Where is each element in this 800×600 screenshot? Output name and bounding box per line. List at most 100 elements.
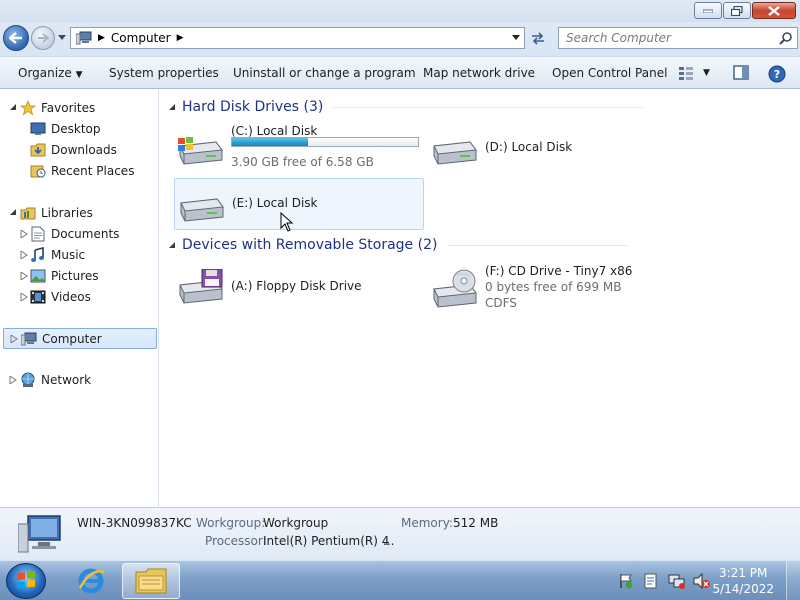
back-button[interactable] [3, 25, 29, 51]
nav-label-favorites: Favorites [41, 101, 96, 115]
help-icon[interactable]: ? [768, 65, 786, 83]
drive-f-filesystem: CDFS [485, 296, 517, 310]
drive-e[interactable]: (E:) Local Disk [174, 178, 424, 230]
drive-f-free-space: 0 bytes free of 699 MB [485, 280, 622, 294]
address-row: ▶ Computer ▶ [0, 22, 800, 56]
breadcrumb-arrow-icon[interactable]: ▶ [98, 33, 105, 43]
drive-a[interactable]: (A:) Floppy Disk Drive [174, 261, 424, 313]
workgroup-label: Workgroup: [196, 516, 266, 530]
breadcrumb-computer[interactable]: Computer [111, 31, 171, 45]
map-network-drive-button[interactable]: Map network drive [423, 66, 535, 80]
nav-item-downloads[interactable]: Downloads [30, 140, 117, 160]
system-properties-button[interactable]: System properties [109, 66, 219, 80]
close-button[interactable] [752, 2, 796, 19]
drive-d[interactable]: (D:) Local Disk [428, 122, 628, 174]
start-button[interactable] [6, 563, 46, 599]
nav-item-computer[interactable]: Computer [3, 328, 157, 349]
mouse-cursor-icon [280, 212, 294, 232]
libraries-icon [20, 205, 36, 221]
clock-date: 5/14/2022 [712, 582, 774, 596]
uninstall-program-button[interactable]: Uninstall or change a program [233, 66, 416, 80]
nav-item-favorites[interactable]: Favorites [20, 98, 95, 118]
drive-d-name: (D:) Local Disk [485, 140, 573, 154]
processor-label: Processor: [205, 534, 267, 548]
group-divider [447, 244, 628, 246]
minimize-button[interactable] [694, 2, 722, 19]
nav-item-music[interactable]: Music [30, 245, 85, 265]
nav-label-computer: Computer [42, 331, 102, 346]
expand-arrow-icon[interactable] [20, 272, 28, 280]
star-icon [20, 100, 36, 116]
view-options-chevron-icon[interactable]: ▼ [703, 68, 710, 78]
collapse-arrow-icon[interactable] [168, 103, 176, 111]
taskbar-internet-explorer[interactable] [62, 563, 120, 599]
nav-item-network[interactable]: Network [20, 370, 91, 390]
expand-arrow-icon[interactable] [20, 251, 28, 259]
volume-muted-icon[interactable] [693, 573, 711, 589]
address-dropdown-icon[interactable] [512, 35, 520, 40]
nav-label-downloads: Downloads [51, 143, 117, 157]
search-input[interactable] [566, 31, 766, 45]
drive-c-usage-bar [231, 137, 419, 147]
restore-button[interactable] [723, 2, 751, 19]
nav-item-pictures[interactable]: Pictures [30, 266, 99, 286]
drive-c[interactable]: (C:) Local Disk 3.90 GB free of 6.58 GB [174, 122, 424, 174]
group-divider [333, 106, 644, 108]
group-removable-storage[interactable]: Devices with Removable Storage (2) [168, 235, 628, 255]
recent-pages-chevron-icon[interactable] [58, 35, 66, 40]
system-tray-document-icon[interactable] [643, 573, 659, 589]
desktop-icon [30, 121, 46, 137]
nav-item-documents[interactable]: Documents [30, 224, 119, 244]
nav-item-videos[interactable]: Videos [30, 287, 91, 307]
drive-f-name: (F:) CD Drive - Tiny7 x86 [485, 264, 633, 278]
preview-pane-icon[interactable] [733, 65, 749, 81]
taskbar-clock[interactable]: 3:21 PM 5/14/2022 [712, 565, 774, 597]
drive-c-free-space: 3.90 GB free of 6.58 GB [231, 155, 374, 169]
network-icon [20, 372, 36, 388]
clock-time: 3:21 PM [719, 566, 768, 580]
refresh-button[interactable] [527, 27, 549, 49]
expand-arrow-icon[interactable] [9, 208, 17, 216]
content-area: Hard Disk Drives (3) (C:) Local Disk 3.9… [160, 89, 800, 507]
recent-places-icon [30, 163, 46, 179]
group-title-hard-disks: Hard Disk Drives (3) [182, 99, 324, 115]
open-control-panel-button[interactable]: Open Control Panel [552, 66, 667, 80]
expand-arrow-icon[interactable] [9, 376, 17, 384]
organize-button[interactable]: Organize ▼ [18, 66, 83, 80]
nav-item-recent-places[interactable]: Recent Places [30, 161, 134, 181]
network-status-icon[interactable] [668, 573, 686, 589]
nav-label-recent-places: Recent Places [51, 164, 135, 178]
nav-label-libraries: Libraries [41, 206, 93, 220]
nav-item-libraries[interactable]: Libraries [20, 203, 93, 223]
change-view-icon[interactable] [678, 65, 694, 81]
taskbar: 3:21 PM 5/14/2022 [0, 560, 800, 600]
windows-logo-icon [17, 571, 35, 589]
internet-explorer-icon [78, 568, 105, 594]
computer-large-icon [18, 515, 61, 553]
hard-disk-icon [180, 198, 224, 222]
memory-value: 512 MB [453, 516, 499, 530]
breadcrumb-arrow-icon[interactable]: ▶ [177, 33, 184, 43]
action-center-flag-icon[interactable] [618, 573, 634, 589]
forward-button[interactable] [31, 26, 55, 50]
computer-icon [21, 331, 37, 347]
drive-f[interactable]: (F:) CD Drive - Tiny7 x86 0 bytes free o… [428, 261, 638, 313]
nav-item-desktop[interactable]: Desktop [30, 119, 101, 139]
taskbar-windows-explorer[interactable] [122, 563, 180, 599]
collapse-arrow-icon[interactable] [168, 241, 176, 249]
group-hard-disk-drives[interactable]: Hard Disk Drives (3) [168, 97, 644, 117]
expand-arrow-icon[interactable] [9, 103, 17, 111]
expand-arrow-icon[interactable] [20, 293, 28, 301]
nav-label-pictures: Pictures [51, 269, 99, 283]
pictures-icon [30, 268, 46, 284]
search-box[interactable] [558, 27, 798, 49]
expand-arrow-icon[interactable] [20, 230, 28, 238]
search-icon[interactable] [779, 31, 793, 45]
address-bar[interactable]: ▶ Computer ▶ [70, 27, 525, 49]
expand-arrow-icon[interactable] [10, 334, 18, 343]
processor-value: Intel(R) Pentium(R) 4 [263, 534, 390, 548]
chevron-down-icon: ▼ [75, 70, 83, 80]
nav-label-music: Music [51, 248, 86, 262]
show-desktop-button[interactable] [786, 561, 800, 600]
nav-label-network: Network [41, 373, 92, 387]
